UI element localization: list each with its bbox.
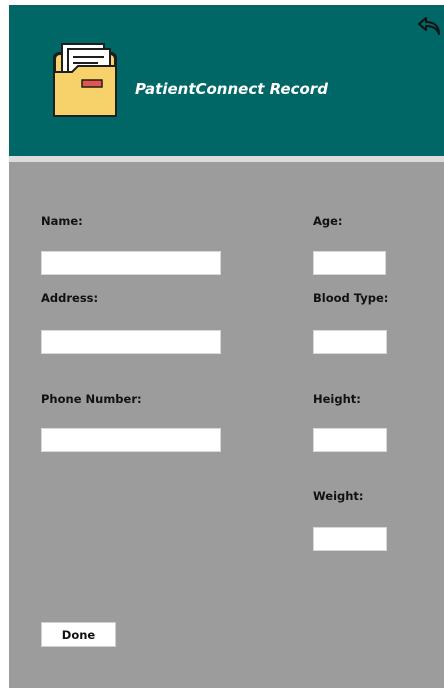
phone-field[interactable]	[41, 428, 221, 452]
age-field[interactable]	[313, 251, 386, 275]
address-label: Address:	[41, 291, 99, 305]
name-label: Name:	[41, 214, 83, 228]
blood-type-label: Blood Type:	[313, 291, 389, 305]
app-title: PatientConnect Record	[135, 80, 328, 98]
height-field[interactable]	[313, 428, 387, 452]
name-field[interactable]	[41, 251, 221, 275]
phone-label: Phone Number:	[41, 392, 142, 406]
address-field[interactable]	[41, 330, 221, 354]
weight-label: Weight:	[313, 489, 364, 503]
height-label: Height:	[313, 392, 361, 406]
done-button[interactable]: Done	[41, 622, 116, 647]
form-panel	[9, 162, 444, 688]
back-arrow-icon[interactable]	[416, 12, 444, 40]
age-label: Age:	[313, 214, 343, 228]
weight-field[interactable]	[313, 527, 387, 551]
blood-type-field[interactable]	[313, 330, 387, 354]
folder-documents-icon	[53, 43, 117, 117]
